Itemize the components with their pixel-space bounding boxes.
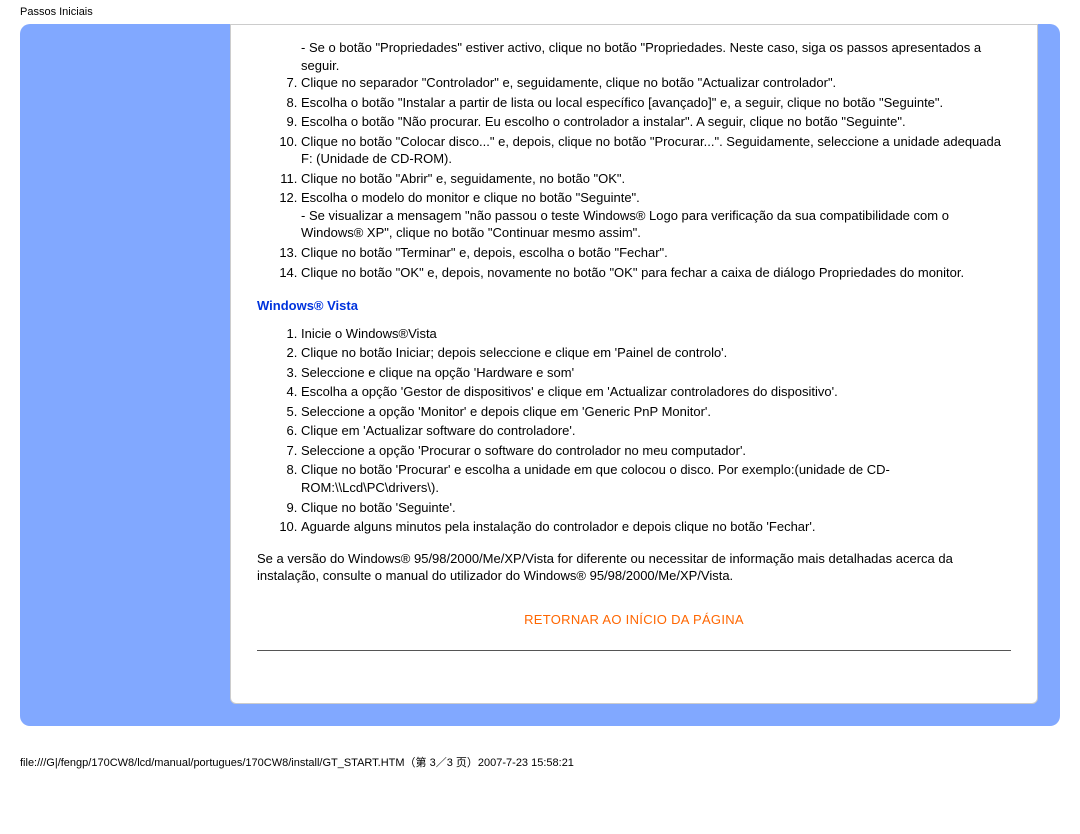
vista-step-6-text: Clique em 'Actualizar software do contro… xyxy=(301,423,576,438)
vista-step-9: Clique no botão 'Seguinte'. xyxy=(301,499,1011,517)
vista-step-8-text: Clique no botão 'Procurar' e escolha a u… xyxy=(301,462,890,495)
version-note: Se a versão do Windows® 95/98/2000/Me/XP… xyxy=(257,550,1011,585)
vista-step-2: Clique no botão Iniciar; depois seleccio… xyxy=(301,344,1011,362)
xp-step-8: Escolha o botão "Instalar a partir de li… xyxy=(301,94,1011,112)
vista-step-5: Seleccione a opção 'Monitor' e depois cl… xyxy=(301,403,1011,421)
divider xyxy=(257,650,1011,651)
vista-step-9-text: Clique no botão 'Seguinte'. xyxy=(301,500,456,515)
vista-step-4-text: Escolha a opção 'Gestor de dispositivos'… xyxy=(301,384,838,399)
vista-heading: Windows® Vista xyxy=(257,297,1011,315)
vista-step-3: Seleccione e clique na opção 'Hardware e… xyxy=(301,364,1011,382)
vista-step-3-text: Seleccione e clique na opção 'Hardware e… xyxy=(301,365,574,380)
back-to-top-link[interactable]: RETORNAR AO INÍCIO DA PÁGINA xyxy=(257,611,1011,629)
xp-step-9: Escolha o botão "Não procurar. Eu escolh… xyxy=(301,113,1011,131)
xp-step-14: Clique no botão "OK" e, depois, novament… xyxy=(301,264,1011,282)
content-panel: - Se o botão "Propriedades" estiver acti… xyxy=(230,24,1038,704)
xp-step-13: Clique no botão "Terminar" e, depois, es… xyxy=(301,244,1011,262)
xp-step-7: Clique no separador "Controlador" e, seg… xyxy=(301,74,1011,92)
vista-step-4: Escolha a opção 'Gestor de dispositivos'… xyxy=(301,383,1011,401)
xp-step-11: Clique no botão "Abrir" e, seguidamente,… xyxy=(301,170,1011,188)
xp-step-14-text: Clique no botão "OK" e, depois, novament… xyxy=(301,265,964,280)
outer-frame: - Se o botão "Propriedades" estiver acti… xyxy=(20,24,1060,726)
xp-steps-list: Clique no separador "Controlador" e, seg… xyxy=(257,74,1011,281)
vista-step-7: Seleccione a opção 'Procurar o software … xyxy=(301,442,1011,460)
vista-steps-list: Inicie o Windows®Vista Clique no botão I… xyxy=(257,325,1011,536)
footer-path: file:///G|/fengp/170CW8/lcd/manual/portu… xyxy=(0,726,1080,770)
vista-step-10: Aguarde alguns minutos pela instalação d… xyxy=(301,518,1011,536)
xp-step-8-text: Escolha o botão "Instalar a partir de li… xyxy=(301,95,943,110)
xp-step-12-sub: - Se visualizar a mensagem "não passou o… xyxy=(301,207,1011,242)
vista-step-10-text: Aguarde alguns minutos pela instalação d… xyxy=(301,519,815,534)
vista-step-6: Clique em 'Actualizar software do contro… xyxy=(301,422,1011,440)
xp-step-12: Escolha o modelo do monitor e clique no … xyxy=(301,189,1011,242)
vista-step-1-text: Inicie o Windows®Vista xyxy=(301,326,437,341)
xp-step-10: Clique no botão "Colocar disco..." e, de… xyxy=(301,133,1011,168)
vista-step-5-text: Seleccione a opção 'Monitor' e depois cl… xyxy=(301,404,711,419)
vista-step-7-text: Seleccione a opção 'Procurar o software … xyxy=(301,443,746,458)
vista-step-1: Inicie o Windows®Vista xyxy=(301,325,1011,343)
xp-step-12-text: Escolha o modelo do monitor e clique no … xyxy=(301,190,640,205)
page-header: Passos Iniciais xyxy=(0,0,1080,18)
page-title: Passos Iniciais xyxy=(20,6,93,18)
xp-step-10-text: Clique no botão "Colocar disco..." e, de… xyxy=(301,134,1001,167)
xp-step-11-text: Clique no botão "Abrir" e, seguidamente,… xyxy=(301,171,625,186)
xp-step-9-text: Escolha o botão "Não procurar. Eu escolh… xyxy=(301,114,906,129)
xp-dash-note: - Se o botão "Propriedades" estiver acti… xyxy=(257,39,1011,74)
vista-step-2-text: Clique no botão Iniciar; depois seleccio… xyxy=(301,345,727,360)
xp-step-13-text: Clique no botão "Terminar" e, depois, es… xyxy=(301,245,668,260)
xp-step-7-text: Clique no separador "Controlador" e, seg… xyxy=(301,75,836,90)
vista-step-8: Clique no botão 'Procurar' e escolha a u… xyxy=(301,461,1011,496)
